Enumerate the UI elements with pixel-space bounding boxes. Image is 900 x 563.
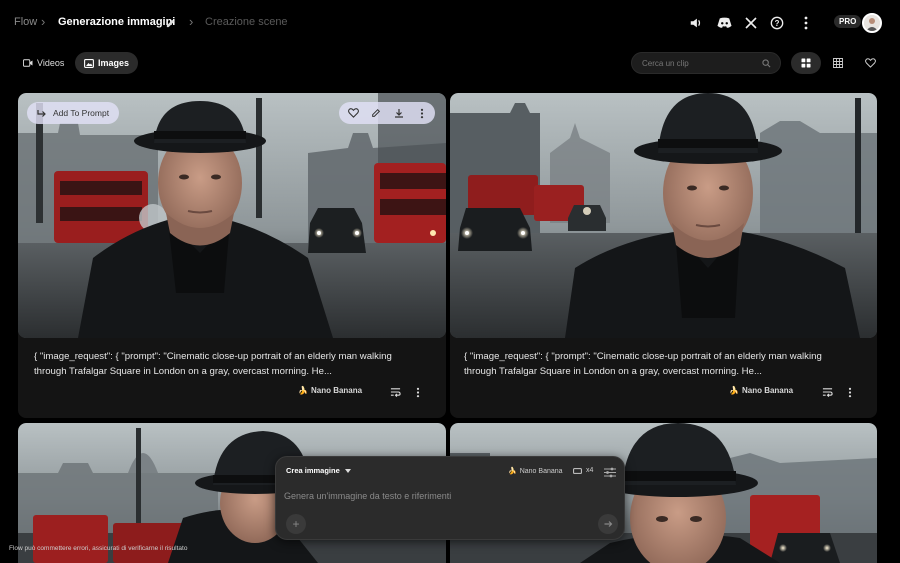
more-icon[interactable] <box>408 382 428 402</box>
model-name: Nano Banana <box>519 467 563 475</box>
output-count-selector[interactable]: x4 <box>573 467 593 474</box>
grid-small-view-button[interactable] <box>823 52 853 74</box>
tab-videos-label: Videos <box>37 58 65 68</box>
model-name: Nano Banana <box>741 386 794 395</box>
speaker-icon[interactable] <box>686 13 706 33</box>
tab-images-label: Images <box>98 58 130 68</box>
top-bar: Flow › Generazione immagini › Creazione … <box>0 0 900 46</box>
image-card[interactable]: Add To Prompt { "image_request": { "prom… <box>18 93 446 418</box>
discord-icon[interactable] <box>714 13 734 33</box>
reuse-prompt-icon[interactable] <box>817 382 837 402</box>
edit-icon[interactable] <box>368 105 384 121</box>
add-reference-button[interactable]: + <box>286 514 306 534</box>
x-icon[interactable] <box>741 13 761 33</box>
search-input[interactable] <box>642 57 757 70</box>
generated-image[interactable] <box>18 93 446 338</box>
prompt-input[interactable] <box>284 489 604 503</box>
banana-icon: 🍌 <box>729 386 739 395</box>
output-count: x4 <box>586 467 594 474</box>
disclaimer: Flow può commettere errori, assicurati d… <box>9 545 188 552</box>
favorites-view-button[interactable] <box>855 52 885 74</box>
prompt-caption: { "image_request": { "prompt": "Cinemati… <box>464 351 822 377</box>
heart-icon[interactable] <box>345 105 361 121</box>
reuse-prompt-icon[interactable] <box>385 382 405 402</box>
model-chip: 🍌 Nano Banana <box>298 386 362 395</box>
banana-icon: 🍌 <box>508 468 517 475</box>
avatar[interactable] <box>862 13 882 33</box>
send-button[interactable] <box>598 514 618 534</box>
pro-badge: PRO <box>834 15 862 28</box>
plus-icon: + <box>292 517 300 531</box>
mode-selector[interactable]: Crea immagine <box>286 466 351 475</box>
image-actions-toolbar <box>339 102 435 124</box>
caret-down-icon <box>344 468 351 473</box>
more-icon[interactable] <box>840 382 860 402</box>
mode-label: Crea immagine <box>286 466 340 475</box>
breadcrumb-root[interactable]: Flow <box>14 16 37 28</box>
download-icon[interactable] <box>391 105 407 121</box>
heart-icon <box>864 58 876 68</box>
grid-large-icon <box>801 58 811 68</box>
help-icon[interactable]: ? <box>767 13 787 33</box>
arrow-right-icon <box>604 521 612 527</box>
breadcrumb-scene[interactable]: Creazione scene <box>205 16 288 28</box>
breadcrumb-project[interactable]: Generazione immagini <box>58 16 175 28</box>
more-icon[interactable] <box>414 105 430 121</box>
search-icon[interactable] <box>762 59 771 68</box>
tab-videos[interactable]: Videos <box>14 52 73 74</box>
chevron-right-icon: › <box>189 14 194 29</box>
more-icon[interactable] <box>796 13 816 33</box>
search-box <box>631 52 781 74</box>
model-name: Nano Banana <box>310 386 363 395</box>
prompt-caption: { "image_request": { "prompt": "Cinemati… <box>34 351 392 377</box>
svg-text:?: ? <box>775 19 780 28</box>
add-to-prompt-button[interactable]: Add To Prompt <box>27 102 120 124</box>
image-card[interactable]: { "image_request": { "prompt": "Cinemati… <box>450 93 877 418</box>
edit-icon[interactable] <box>160 13 180 33</box>
grid-small-icon <box>833 58 843 68</box>
banana-icon: 🍌 <box>298 386 308 395</box>
add-to-prompt-label: Add To Prompt <box>53 108 110 118</box>
image-icon <box>84 58 94 68</box>
prompt-composer: Crea immagine 🍌 Nano Banana x4 + <box>275 456 625 540</box>
aspect-ratio-icon <box>573 467 582 474</box>
chevron-right-icon: › <box>41 14 46 29</box>
video-icon <box>23 59 33 67</box>
generated-image[interactable] <box>450 93 877 338</box>
model-selector[interactable]: 🍌 Nano Banana <box>508 467 563 476</box>
arrow-return-icon <box>37 109 46 117</box>
tab-images[interactable]: Images <box>75 52 139 74</box>
model-chip: 🍌 Nano Banana <box>729 386 793 395</box>
settings-sliders-icon[interactable] <box>604 465 618 479</box>
grid-large-view-button[interactable] <box>791 52 821 74</box>
